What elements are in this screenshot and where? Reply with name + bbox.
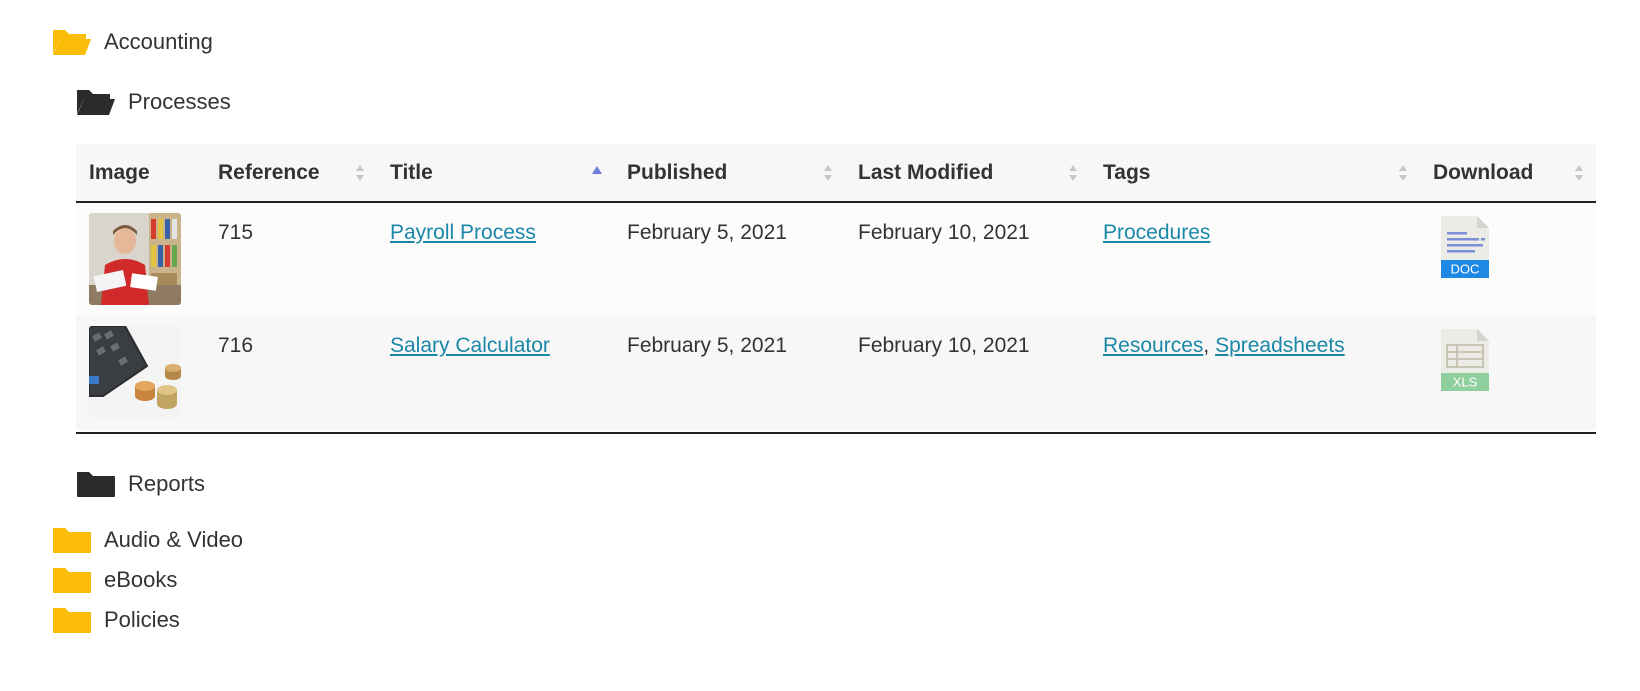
image-cell [76,316,205,430]
tag-link[interactable]: Resources [1103,334,1203,357]
column-header-download[interactable]: Download [1420,144,1596,202]
last-modified-cell: February 10, 2021 [858,221,1030,244]
download-cell: DOC [1420,202,1596,316]
doc-file-icon[interactable]: DOC [1439,215,1491,279]
column-header-label: Tags [1103,160,1151,184]
title-cell: Salary Calculator [377,316,614,430]
sort-icon [1575,164,1583,181]
column-header-label: Title [390,160,433,184]
sort-icon [356,164,364,181]
column-header-reference[interactable]: Reference [205,144,377,202]
folder-icon [53,528,91,553]
tags-cell: Procedures [1090,202,1420,316]
reference-cell: 716 [218,334,254,357]
folder-label: Policies [104,607,180,632]
sort-icon [1069,164,1077,181]
column-header-label: Reference [218,160,320,184]
last-modified-cell: February 10, 2021 [858,334,1030,357]
calculator-and-coins-thumbnail [89,326,181,418]
folder-label: Reports [128,471,206,496]
folder-label: Audio & Video [104,527,244,552]
column-header-published[interactable]: Published [614,144,845,202]
folder-open-icon [53,30,91,55]
folder-label: eBooks [104,567,178,592]
folder-policies[interactable]: Policies [52,606,180,634]
column-header-label: Published [627,160,728,184]
documents-table: Image Reference Title Published Last Mod… [76,144,1596,434]
folder-audio-video[interactable]: Audio & Video [52,526,243,554]
folder-processes[interactable]: Processes [76,88,231,116]
column-header-last-modified[interactable]: Last Modified [845,144,1090,202]
sort-ascending-icon [592,165,602,174]
sort-icon [1399,164,1407,181]
sort-icon [824,164,832,181]
image-cell [76,202,205,316]
folder-icon [53,608,91,633]
column-header-image: Image [76,144,205,202]
reference-cell: 715 [218,221,254,244]
column-header-label: Download [1433,160,1534,184]
title-link[interactable]: Salary Calculator [390,334,550,357]
title-cell: Payroll Process [377,202,614,316]
column-header-label: Image [89,160,150,184]
svg-text:XLS: XLS [1453,375,1478,390]
folder-open-icon [77,90,115,115]
folder-ebooks[interactable]: eBooks [52,566,177,594]
column-header-label: Last Modified [858,160,994,184]
folder-label: Processes [128,89,231,114]
table-row: 716 Salary Calculator February 5, 2021 F… [76,316,1596,430]
folder-icon [53,568,91,593]
tag-link[interactable]: Spreadsheets [1215,334,1345,357]
column-header-title[interactable]: Title [377,144,614,202]
folder-reports[interactable]: Reports [76,470,205,498]
folder-accounting[interactable]: Accounting [52,28,213,56]
table-header-row: Image Reference Title Published Last Mod… [76,144,1596,202]
table-row: 715 Payroll Process February 5, 2021 Feb… [76,202,1596,316]
tag-link[interactable]: Procedures [1103,221,1210,244]
tag-separator: , [1203,334,1210,357]
xls-file-icon[interactable]: XLS [1439,328,1491,392]
column-header-tags[interactable]: Tags [1090,144,1420,202]
person-with-papers-thumbnail [89,213,181,305]
download-cell: XLS [1420,316,1596,430]
folder-icon [77,472,115,497]
published-cell: February 5, 2021 [627,221,787,244]
folder-label: Accounting [104,29,213,54]
published-cell: February 5, 2021 [627,334,787,357]
svg-text:DOC: DOC [1451,262,1480,277]
tags-cell: Resources, Spreadsheets [1090,316,1420,430]
title-link[interactable]: Payroll Process [390,221,536,244]
